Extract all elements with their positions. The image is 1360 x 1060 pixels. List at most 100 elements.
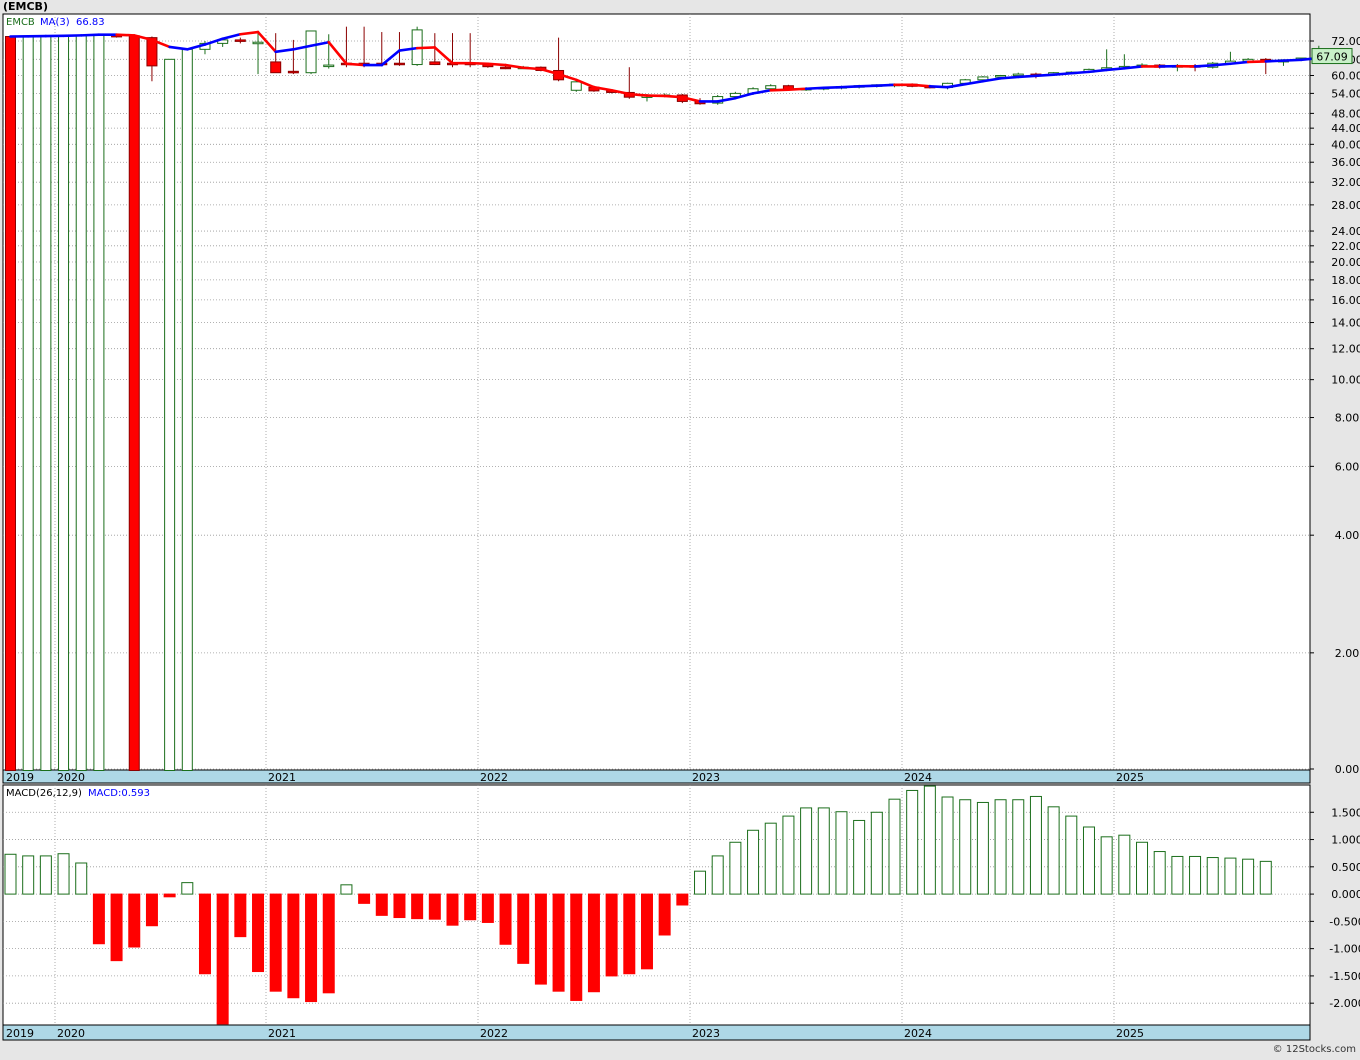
macd-bar (23, 856, 34, 894)
price-y-tick-label: 44.00 (1331, 122, 1360, 135)
ma-line-segment (117, 35, 135, 36)
price-x-axis-band (3, 770, 1310, 783)
macd-bar (1243, 859, 1254, 894)
price-y-tick-label: 20.00 (1331, 256, 1360, 269)
price-legend-symbol: EMCB (6, 17, 35, 28)
macd-bar (659, 894, 670, 935)
price-y-tick-label: 2.00 (1335, 647, 1360, 660)
ma-line-segment (1213, 64, 1231, 66)
price-x-tick-label: 2019 (6, 771, 34, 784)
macd-bar (146, 894, 157, 926)
ma-line-segment (523, 68, 541, 69)
ma-line-segment (1283, 60, 1301, 61)
price-y-tick-label: 28.00 (1331, 199, 1360, 212)
macd-bar (1207, 858, 1218, 895)
chart-container: 72.0066.0060.0054.0048.0044.0040.0036.00… (0, 0, 1360, 1056)
macd-bar (907, 790, 918, 894)
price-y-tick-label: 22.00 (1331, 240, 1360, 253)
price-legend-ma-value: 66.83 (76, 17, 105, 28)
macd-bar (1013, 800, 1024, 894)
macd-x-tick-label: 2020 (57, 1027, 85, 1040)
price-y-tick-label: 6.00 (1335, 460, 1360, 473)
ma-line-segment (930, 86, 948, 87)
price-legend-ma-label: MA(3) (40, 17, 70, 28)
price-y-tick-label: 72.00 (1331, 35, 1360, 48)
watermark: © 12Stocks.com (1273, 1044, 1356, 1055)
macd-x-tick-label: 2019 (6, 1027, 34, 1040)
price-x-tick-label: 2020 (57, 771, 85, 784)
macd-bar (447, 894, 458, 925)
macd-y-tick-label: -0.500 (1329, 915, 1360, 928)
macd-bar (5, 854, 16, 894)
macd-bar (677, 894, 688, 905)
price-x-tick-label: 2021 (268, 771, 296, 784)
price-y-tick-label: 12.00 (1331, 343, 1360, 356)
candle-body (129, 36, 139, 771)
macd-bar (571, 894, 582, 1000)
ma-line-segment (859, 86, 877, 87)
ma-line-segment (1054, 73, 1072, 74)
chart-svg: 72.0066.0060.0054.0048.0044.0040.0036.00… (0, 0, 1360, 1056)
candle-body (23, 37, 33, 771)
macd-bar (836, 812, 847, 894)
macd-bar (359, 894, 370, 903)
ma-line-segment (1248, 61, 1266, 62)
macd-bar (1154, 852, 1165, 895)
macd-bar (40, 856, 51, 894)
price-y-tick-label: 8.00 (1335, 412, 1360, 425)
macd-bar (765, 823, 776, 894)
macd-bar (818, 808, 829, 894)
macd-bar (1101, 837, 1112, 894)
macd-bar (482, 894, 493, 922)
ma-line-segment (488, 64, 506, 65)
candle-body (324, 65, 334, 67)
macd-bar (1030, 796, 1041, 894)
candle-body (253, 42, 263, 44)
macd-y-tick-label: 1.500 (1331, 806, 1360, 819)
candle-body (94, 35, 104, 770)
candle-body (766, 86, 776, 89)
macd-bar (783, 816, 794, 894)
macd-bar (641, 894, 652, 969)
macd-bar (1083, 827, 1094, 894)
macd-bar (854, 820, 865, 894)
price-x-tick-label: 2024 (904, 771, 932, 784)
price-y-tick-label: 40.00 (1331, 138, 1360, 151)
macd-bar (270, 894, 281, 991)
candle-body (430, 62, 440, 65)
candle-body (235, 40, 245, 42)
ma-line-segment (1230, 62, 1248, 64)
macd-y-tick-label: 1.000 (1331, 834, 1360, 847)
candle-body (165, 59, 175, 770)
macd-bar (960, 800, 971, 894)
ma-line-segment (824, 87, 842, 88)
macd-bar (217, 894, 228, 1024)
ma-line-segment (877, 85, 895, 86)
macd-bar (182, 883, 193, 894)
macd-bar (76, 863, 87, 894)
ma-line-segment (1107, 68, 1125, 70)
candle-body (571, 82, 581, 90)
ma-line-segment (1071, 72, 1089, 73)
macd-legend-label: MACD(26,12,9) (6, 788, 82, 799)
macd-bar (288, 894, 299, 998)
macd-bar (730, 842, 741, 894)
macd-bar (93, 894, 104, 944)
ma-line-segment (81, 35, 99, 36)
price-x-tick-label: 2023 (692, 771, 720, 784)
ma-line-segment (771, 90, 789, 91)
macd-bar (995, 800, 1006, 894)
ma-line-segment (629, 94, 647, 96)
candle-body (59, 37, 69, 771)
macd-bar (412, 894, 423, 919)
macd-bar (1225, 858, 1236, 894)
macd-bar (924, 786, 935, 894)
chart-title: (EMCB) (3, 0, 48, 13)
ma-line-segment (1266, 61, 1284, 62)
ma-line-segment (1036, 75, 1054, 76)
macd-bar (341, 885, 352, 894)
macd-bar (1048, 807, 1059, 894)
macd-x-tick-label: 2024 (904, 1027, 932, 1040)
macd-x-tick-label: 2022 (480, 1027, 508, 1040)
price-y-tick-label: 0.00 (1335, 763, 1360, 776)
